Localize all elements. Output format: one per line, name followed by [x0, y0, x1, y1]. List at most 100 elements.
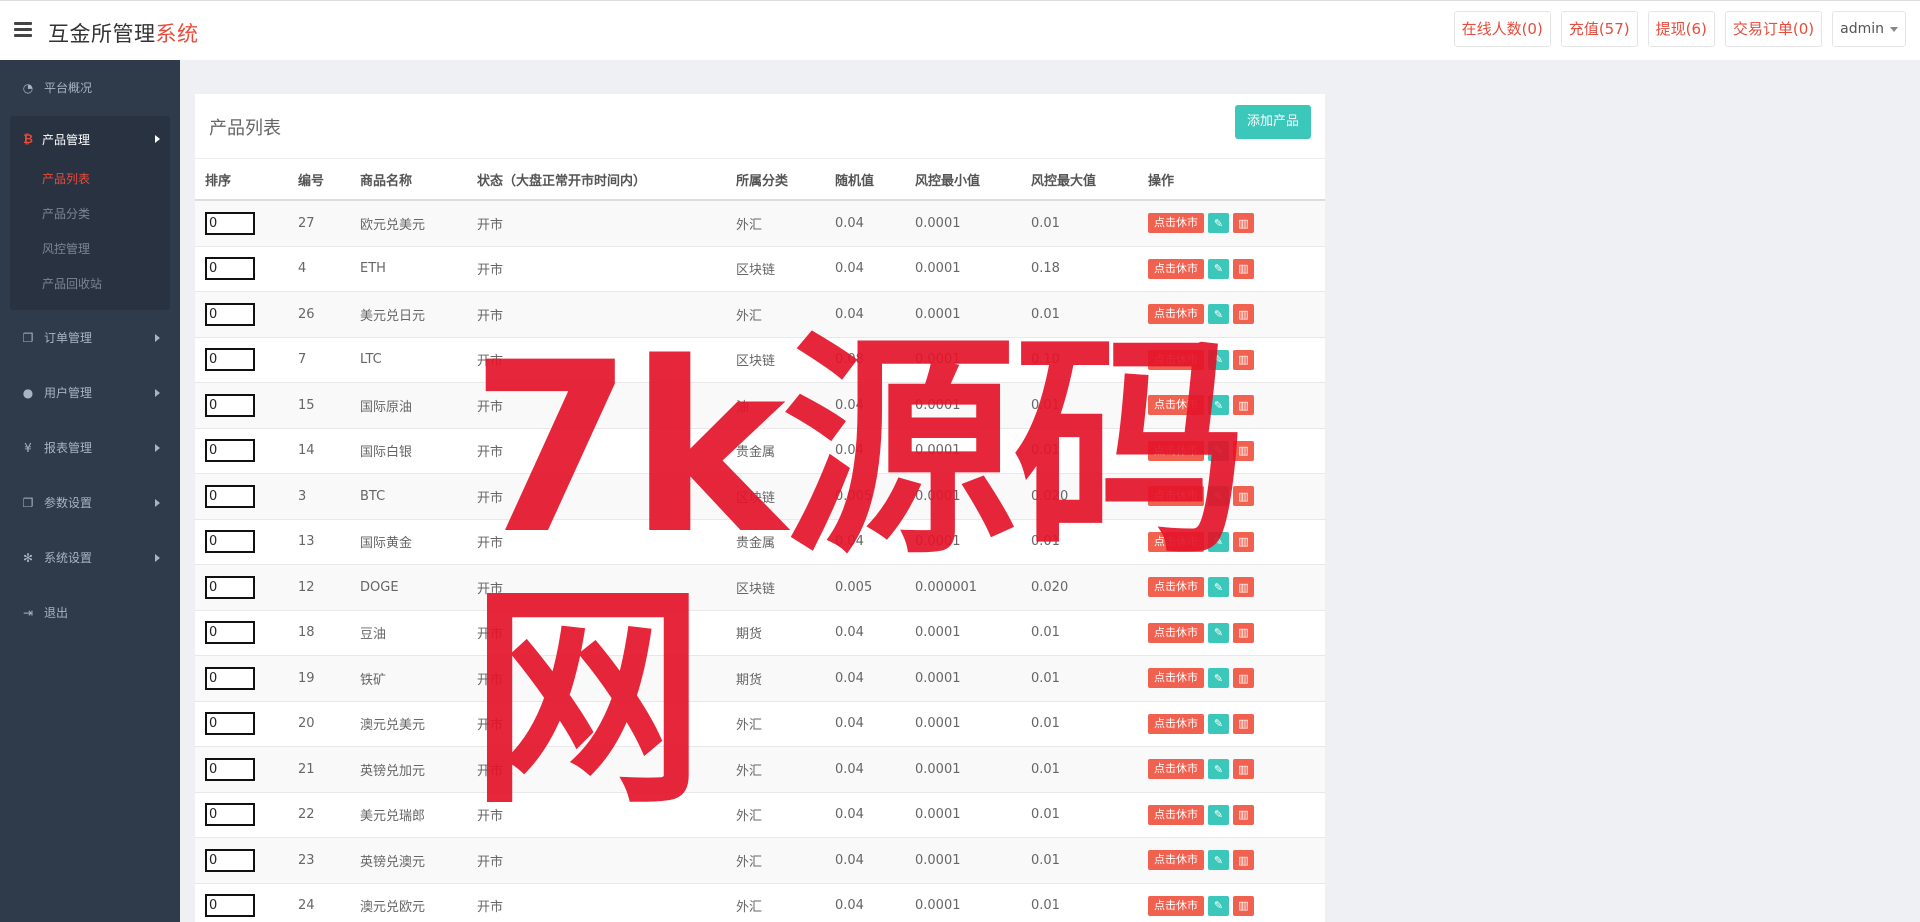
sort-input[interactable]: [205, 257, 255, 281]
submenu-item[interactable]: 产品回收站: [10, 267, 170, 302]
edit-button[interactable]: ✎: [1208, 304, 1229, 325]
delete-button[interactable]: ▥: [1233, 759, 1254, 780]
edit-button[interactable]: ✎: [1208, 213, 1229, 234]
edit-button[interactable]: ✎: [1208, 622, 1229, 643]
edit-button[interactable]: ✎: [1208, 349, 1229, 370]
close-market-button[interactable]: 点击休市: [1148, 895, 1204, 916]
nav-trade-orders[interactable]: 交易订单(0): [1724, 11, 1823, 47]
edit-button[interactable]: ✎: [1208, 440, 1229, 461]
close-market-button[interactable]: 点击休市: [1148, 577, 1204, 598]
close-market-button[interactable]: 点击休市: [1148, 213, 1204, 234]
edit-button[interactable]: ✎: [1208, 850, 1229, 871]
submenu-item[interactable]: 产品列表: [10, 162, 170, 197]
edit-button[interactable]: ✎: [1208, 804, 1229, 825]
edit-button[interactable]: ✎: [1208, 759, 1229, 780]
delete-button[interactable]: ▥: [1233, 486, 1254, 507]
sort-input[interactable]: [205, 621, 255, 645]
sort-input[interactable]: [205, 348, 255, 372]
nav-online-users[interactable]: 在线人数(0): [1453, 11, 1551, 47]
cell-category: 外汇: [726, 792, 825, 838]
delete-button[interactable]: ▥: [1233, 531, 1254, 552]
sidebar-item-bottom3[interactable]: ❐ 参数设置: [0, 475, 180, 530]
table-row: 7LTC开市区块链0.080.00010.10 点击休市 ✎ ▥: [195, 337, 1325, 383]
cell-status: 开市: [467, 883, 726, 922]
close-market-button[interactable]: 点击休市: [1148, 395, 1204, 416]
brand-main: 互金所管理: [48, 22, 156, 46]
user-menu[interactable]: admin: [1832, 11, 1906, 47]
close-market-button[interactable]: 点击休市: [1148, 486, 1204, 507]
edit-button[interactable]: ✎: [1208, 713, 1229, 734]
delete-button[interactable]: ▥: [1233, 895, 1254, 916]
sidebar-item-top0[interactable]: ◔ 平台概况: [0, 60, 180, 115]
sidebar-item-label: 产品管理: [42, 132, 91, 147]
close-market-button[interactable]: 点击休市: [1148, 850, 1204, 871]
close-market-button[interactable]: 点击休市: [1148, 258, 1204, 279]
close-market-button[interactable]: 点击休市: [1148, 622, 1204, 643]
nav-withdraw[interactable]: 提现(6): [1647, 11, 1715, 47]
edit-button[interactable]: ✎: [1208, 531, 1229, 552]
sort-input[interactable]: [205, 848, 255, 872]
sort-input[interactable]: [205, 302, 255, 326]
close-market-button[interactable]: 点击休市: [1148, 668, 1204, 689]
sort-input[interactable]: [205, 530, 255, 554]
submenu-item[interactable]: 风控管理: [10, 232, 170, 267]
column-header: 排序: [195, 159, 288, 201]
delete-button[interactable]: ▥: [1233, 349, 1254, 370]
close-market-button[interactable]: 点击休市: [1148, 713, 1204, 734]
sort-input[interactable]: [205, 393, 255, 417]
close-market-button[interactable]: 点击休市: [1148, 804, 1204, 825]
sort-input[interactable]: [205, 666, 255, 690]
sort-input[interactable]: [205, 757, 255, 781]
edit-button[interactable]: ✎: [1208, 668, 1229, 689]
sort-input[interactable]: [205, 712, 255, 736]
trash-icon: ▥: [1238, 853, 1249, 867]
cell-name: 国际黄金: [350, 519, 467, 565]
close-market-button[interactable]: 点击休市: [1148, 349, 1204, 370]
add-product-button[interactable]: 添加产品: [1234, 105, 1311, 139]
sort-input[interactable]: [205, 211, 255, 235]
sort-input[interactable]: [205, 575, 255, 599]
delete-button[interactable]: ▥: [1233, 804, 1254, 825]
table-body: 27欧元兑美元开市外汇0.040.00010.01点击休市✎▥4ETH开市区块链…: [195, 200, 1325, 922]
menu-toggle-icon[interactable]: [14, 22, 32, 37]
sidebar-item-bottom2[interactable]: ¥ 报表管理: [0, 420, 180, 475]
sort-input[interactable]: [205, 439, 255, 463]
sort-input[interactable]: [205, 803, 255, 827]
edit-button[interactable]: ✎: [1208, 395, 1229, 416]
delete-button[interactable]: ▥: [1233, 713, 1254, 734]
delete-button[interactable]: ▥: [1233, 668, 1254, 689]
close-market-button[interactable]: 点击休市: [1148, 440, 1204, 461]
sort-input[interactable]: [205, 484, 255, 508]
sidebar-item-bottom0[interactable]: ❐ 订单管理: [0, 310, 180, 365]
close-market-button[interactable]: 点击休市: [1148, 304, 1204, 325]
delete-button[interactable]: ▥: [1233, 395, 1254, 416]
sidebar-item-bottom4[interactable]: ✻ 系统设置: [0, 530, 180, 585]
delete-button[interactable]: ▥: [1233, 440, 1254, 461]
cell-sort: [195, 610, 288, 656]
edit-button[interactable]: ✎: [1208, 486, 1229, 507]
delete-button[interactable]: ▥: [1233, 213, 1254, 234]
sort-input[interactable]: [205, 894, 255, 918]
sidebar-item-bottom5[interactable]: ⇥ 退出: [0, 585, 180, 640]
delete-button[interactable]: ▥: [1233, 622, 1254, 643]
sidebar-item-products[interactable]: ₿ 产品管理: [10, 116, 170, 162]
table-row: 20澳元兑美元开市外汇0.040.00010.01 点击休市 ✎ ▥: [195, 701, 1325, 747]
cell-name: 铁矿: [350, 655, 467, 702]
close-market-button[interactable]: 点击休市: [1148, 759, 1204, 780]
delete-button[interactable]: ▥: [1233, 258, 1254, 279]
pencil-icon: ✎: [1213, 626, 1224, 640]
cell-name: DOGE: [350, 564, 467, 611]
cell-risk-max: 0.01: [1021, 837, 1138, 884]
sidebar-item-bottom1[interactable]: ● 用户管理: [0, 365, 180, 420]
submenu-item[interactable]: 产品分类: [10, 197, 170, 232]
delete-button[interactable]: ▥: [1233, 577, 1254, 598]
delete-button[interactable]: ▥: [1233, 850, 1254, 871]
close-market-button[interactable]: 点击休市: [1148, 531, 1204, 552]
cell-risk-max: 0.01: [1021, 291, 1138, 338]
edit-button[interactable]: ✎: [1208, 577, 1229, 598]
delete-button[interactable]: ▥: [1233, 304, 1254, 325]
nav-recharge[interactable]: 充值(57): [1560, 11, 1638, 47]
cell-category: 油: [726, 382, 825, 429]
edit-button[interactable]: ✎: [1208, 895, 1229, 916]
edit-button[interactable]: ✎: [1208, 258, 1229, 279]
